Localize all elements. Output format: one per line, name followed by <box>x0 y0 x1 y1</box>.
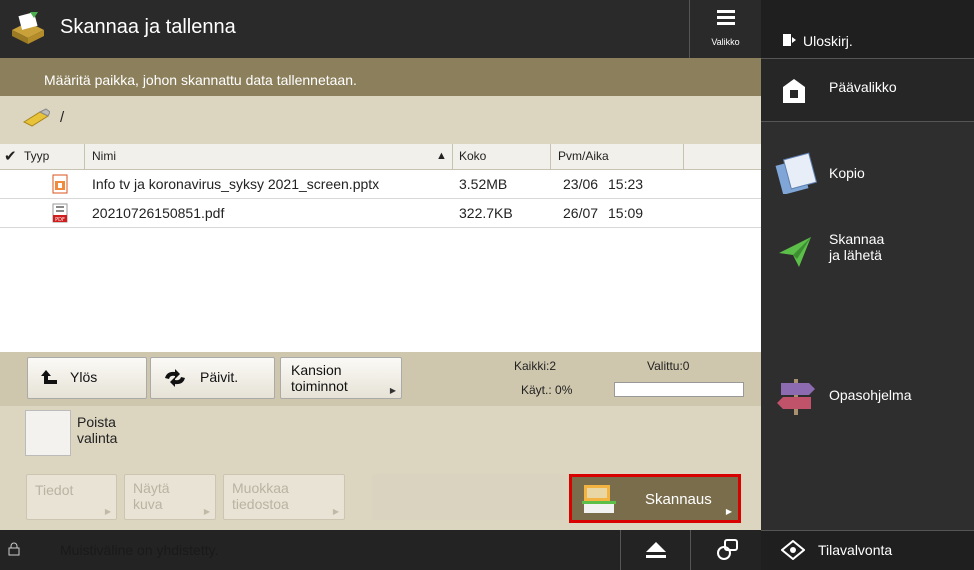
menu-button[interactable]: Valikko <box>689 0 761 58</box>
send-arrow-icon <box>779 237 811 267</box>
preview-button[interactable]: Näytä kuva ▶ <box>124 474 216 520</box>
scan-button-label: Skannaus <box>645 491 712 508</box>
submenu-arrow-icon: ▶ <box>332 507 339 516</box>
scan-send-button[interactable]: Skannaa ja lähetä <box>761 225 974 295</box>
sort-ascending-icon: ▲ <box>436 150 447 162</box>
scan-button[interactable]: Skannaus ▶ <box>569 474 741 523</box>
folder-operations-button[interactable]: Kansion toiminnot ▶ <box>280 357 402 399</box>
edit-label-1: Muokkaa <box>232 480 289 496</box>
total-count: Kaikki:2 <box>514 359 557 373</box>
folder-ops-label-2: toiminnot <box>291 378 348 394</box>
logout-icon <box>783 34 796 46</box>
current-path: / <box>60 109 65 126</box>
connection-status-button[interactable] <box>690 530 761 570</box>
hamburger-icon <box>717 10 735 26</box>
column-size[interactable]: Koko <box>459 149 486 163</box>
submenu-arrow-icon: ▶ <box>389 386 396 395</box>
scan-save-app-icon <box>12 12 44 44</box>
submenu-arrow-icon: ▶ <box>725 507 732 516</box>
instruction-banner: Määritä paikka, johon skannattu data tal… <box>0 58 761 96</box>
column-type[interactable]: Tyyp <box>24 149 49 163</box>
pptx-file-icon <box>52 174 68 194</box>
page-title: Skannaa ja tallenna <box>60 16 236 38</box>
deselect-label[interactable]: Poista valinta <box>77 414 117 446</box>
edit-file-button[interactable]: Muokkaa tiedostoa ▶ <box>223 474 345 520</box>
file-name: 20210726150851.pdf <box>92 205 225 221</box>
preview-label-2: kuva <box>133 496 163 512</box>
up-button[interactable]: Ylös <box>27 357 147 399</box>
usage-bar <box>614 382 744 397</box>
file-date: 23/06 <box>563 176 599 192</box>
file-time: 15:09 <box>608 205 644 221</box>
preview-label-1: Näytä <box>133 480 170 496</box>
copy-label: Kopio <box>829 165 865 181</box>
folder-ops-label-1: Kansion <box>291 362 342 378</box>
file-list-header: ✔ Tyyp Nimi ▲ Koko Pvm/Aika <box>0 144 761 170</box>
file-size: 3.52MB <box>459 176 508 192</box>
file-name: Info tv ja koronavirus_syksy 2021_screen… <box>92 176 380 192</box>
file-row[interactable]: PDF 20210726150851.pdf 322.7KB 26/07 15:… <box>0 199 761 228</box>
logout-label: Uloskirj. <box>803 33 853 49</box>
path-bar: / <box>0 96 761 144</box>
home-menu-button[interactable]: Päävalikko <box>761 59 974 121</box>
file-size: 322.7KB <box>459 205 513 221</box>
file-row[interactable]: Info tv ja koronavirus_syksy 2021_screen… <box>0 170 761 199</box>
deselect-checkbox[interactable] <box>25 410 71 456</box>
home-label: Päävalikko <box>829 79 897 95</box>
deselect-label-2: valinta <box>77 430 118 446</box>
scanner-icon <box>582 485 616 513</box>
refresh-icon <box>165 369 185 387</box>
status-monitor-button[interactable]: Tilavalvonta <box>761 531 974 570</box>
status-monitor-icon <box>781 540 805 560</box>
file-list[interactable]: ✔ Tyyp Nimi ▲ Koko Pvm/Aika Info tv ja k… <box>0 144 761 352</box>
status-monitor-label: Tilavalvonta <box>818 542 893 558</box>
refresh-button-label: Päivit. <box>200 369 239 385</box>
pdf-file-icon: PDF <box>52 203 68 223</box>
guide-button[interactable]: Opasohjelma <box>761 365 974 425</box>
guide-label: Opasohjelma <box>829 387 912 403</box>
scan-send-label-1: Skannaa <box>829 231 885 247</box>
submenu-arrow-icon: ▶ <box>203 507 210 516</box>
side-panel: Uloskirj. Päävalikko Kopio Skannaa ja lä… <box>761 0 974 570</box>
app: Skannaa ja tallenna Valikko Määritä paik… <box>0 0 974 570</box>
submenu-arrow-icon: ▶ <box>104 507 111 516</box>
logout-button[interactable]: Uloskirj. <box>761 0 974 58</box>
details-button-label: Tiedot <box>35 482 74 498</box>
status-bar: Muistiväline on yhdistetty. <box>0 530 761 570</box>
file-time: 15:23 <box>608 176 644 192</box>
eject-icon <box>646 542 666 558</box>
status-message: Muistiväline on yhdistetty. <box>60 542 219 558</box>
select-all-check-icon[interactable]: ✔ <box>4 147 17 165</box>
svg-text:PDF: PDF <box>55 217 65 223</box>
refresh-button[interactable]: Päivit. <box>150 357 275 399</box>
scan-send-label-2: ja lähetä <box>829 247 882 263</box>
usage-text: Käyt.: 0% <box>521 383 573 397</box>
selected-count: Valittu:0 <box>647 359 690 373</box>
home-icon <box>783 79 805 103</box>
deselect-label-1: Poista <box>77 414 116 430</box>
edit-label-2: tiedostoa <box>232 496 289 512</box>
eject-button[interactable] <box>620 530 690 570</box>
menu-button-label: Valikko <box>711 37 740 47</box>
main-panel: Skannaa ja tallenna Valikko Määritä paik… <box>0 0 761 570</box>
up-button-label: Ylös <box>70 369 98 385</box>
column-name[interactable]: Nimi <box>92 149 116 163</box>
lock-icon <box>8 542 20 556</box>
signpost-icon <box>777 379 815 415</box>
usb-drive-icon <box>22 108 50 127</box>
file-date: 26/07 <box>563 205 599 221</box>
column-date[interactable]: Pvm/Aika <box>558 149 609 163</box>
link-status-icon <box>717 539 738 560</box>
title-bar: Skannaa ja tallenna Valikko <box>0 0 761 58</box>
copy-icon <box>775 152 817 194</box>
copy-button[interactable]: Kopio <box>761 140 974 210</box>
arrow-up-left-icon <box>41 370 57 384</box>
empty-slot <box>372 474 564 520</box>
details-button[interactable]: Tiedot ▶ <box>26 474 117 520</box>
